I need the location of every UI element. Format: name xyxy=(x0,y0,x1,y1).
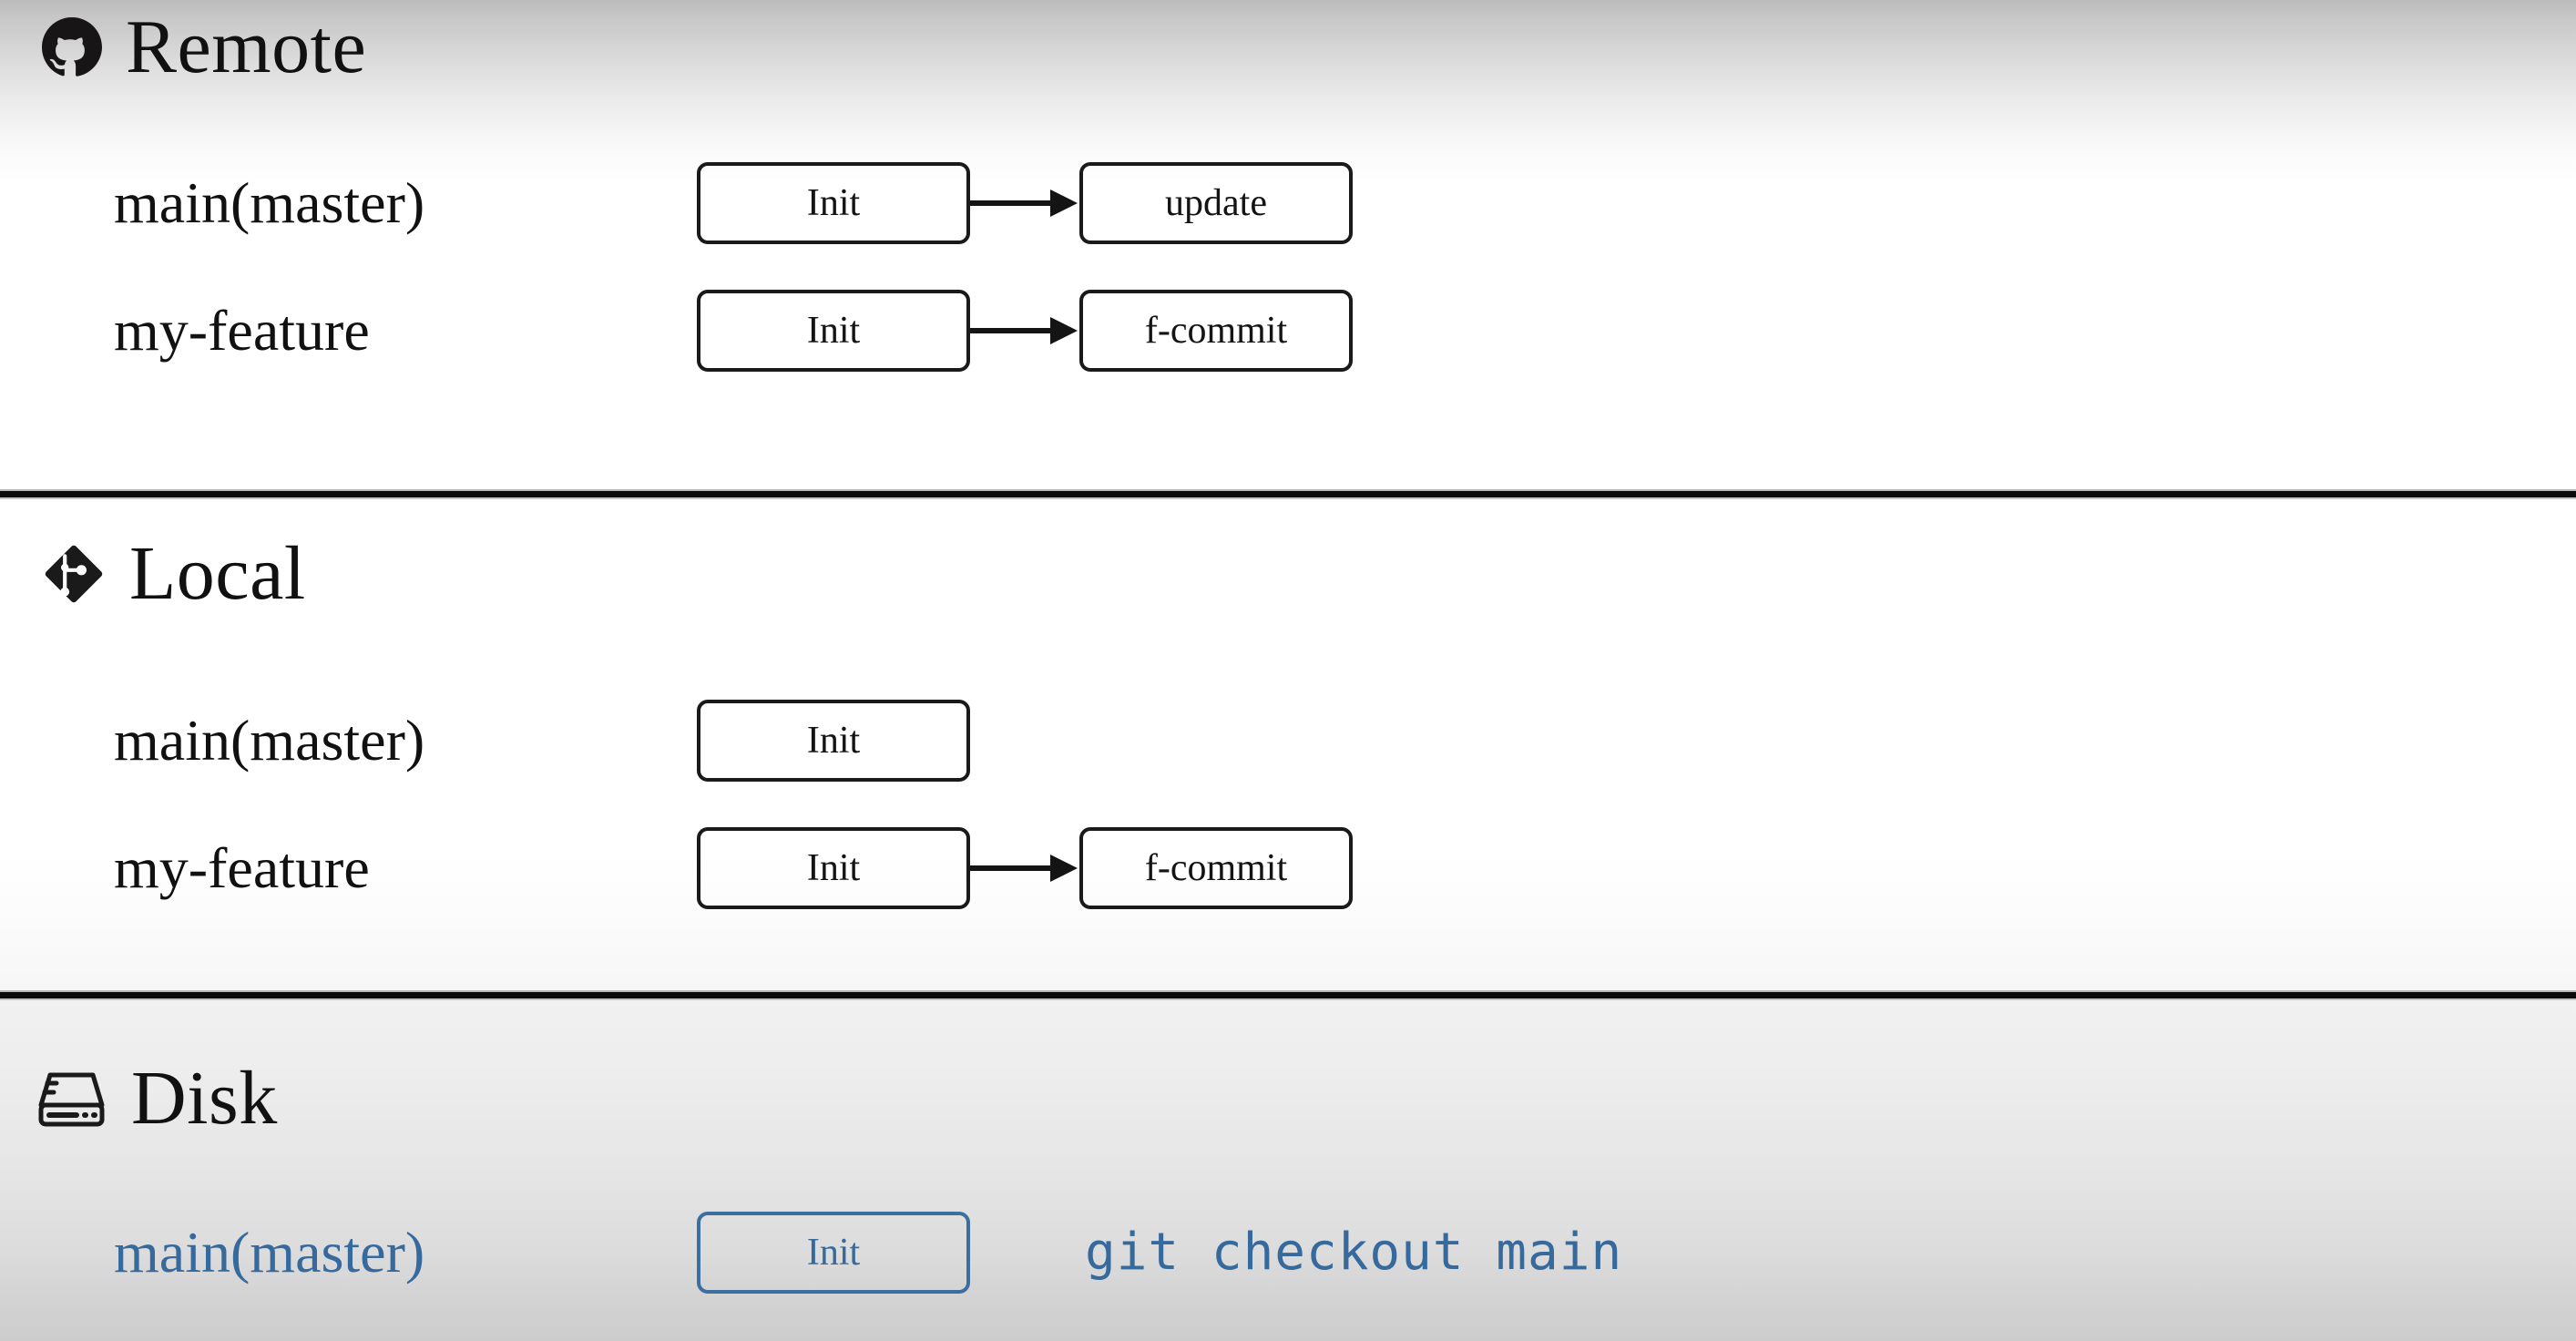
section-header-disk: Disk xyxy=(38,1060,278,1137)
commit-node[interactable]: Init xyxy=(697,700,970,782)
commit-label: f-commit xyxy=(1144,847,1288,889)
commit-track: Init f-commit xyxy=(697,827,1353,909)
commit-label: f-commit xyxy=(1144,310,1288,352)
section-title-local: Local xyxy=(129,531,306,616)
commit-track: Init git checkout main xyxy=(697,1212,1622,1294)
branch-row-remote-main: main(master) Init update xyxy=(114,162,1353,244)
section-title-disk: Disk xyxy=(131,1056,278,1141)
hard-drive-icon xyxy=(38,1069,107,1129)
commit-node[interactable]: update xyxy=(1079,162,1353,244)
commit-arrow-icon xyxy=(970,317,1079,344)
branch-row-disk-main: main(master) Init git checkout main xyxy=(114,1212,1622,1294)
git-command-text: git checkout main xyxy=(1085,1223,1623,1282)
background-gradient-top xyxy=(0,0,2576,182)
github-octocat-icon xyxy=(42,17,102,77)
section-divider-remote-local xyxy=(0,489,2576,499)
section-divider-local-disk xyxy=(0,990,2576,1000)
branch-label: my-feature xyxy=(114,298,370,363)
commit-label: Init xyxy=(806,182,861,224)
git-logo-icon xyxy=(42,542,106,606)
commit-node[interactable]: f-commit xyxy=(1079,827,1353,909)
diagram-canvas: Remote main(master) Init update my-featu… xyxy=(0,0,2576,1341)
commit-node[interactable]: f-commit xyxy=(1079,290,1353,372)
branch-label: my-feature xyxy=(114,835,370,900)
section-header-remote: Remote xyxy=(42,9,366,86)
commit-node[interactable]: Init xyxy=(697,290,970,372)
commit-label: update xyxy=(1165,182,1267,224)
commit-track: Init update xyxy=(697,162,1353,244)
commit-node[interactable]: Init xyxy=(697,162,970,244)
branch-label: main(master) xyxy=(114,170,425,235)
branch-label: main(master) xyxy=(114,708,425,773)
commit-track: Init f-commit xyxy=(697,290,1353,372)
commit-track: Init xyxy=(697,700,970,782)
commit-label: Init xyxy=(806,847,861,889)
section-header-local: Local xyxy=(42,536,306,612)
section-title-remote: Remote xyxy=(126,5,367,89)
commit-node[interactable]: Init xyxy=(697,827,970,909)
commit-arrow-icon xyxy=(970,189,1079,217)
branch-row-local-main: main(master) Init xyxy=(114,700,970,782)
branch-row-remote-feature: my-feature Init f-commit xyxy=(114,290,1353,372)
commit-label: Init xyxy=(806,720,861,762)
branch-row-local-feature: my-feature Init f-commit xyxy=(114,827,1353,909)
commit-node[interactable]: Init xyxy=(697,1212,970,1294)
commit-label: Init xyxy=(806,310,861,352)
branch-label: main(master) xyxy=(114,1220,425,1285)
commit-arrow-icon xyxy=(970,855,1079,882)
commit-label: Init xyxy=(806,1232,861,1274)
